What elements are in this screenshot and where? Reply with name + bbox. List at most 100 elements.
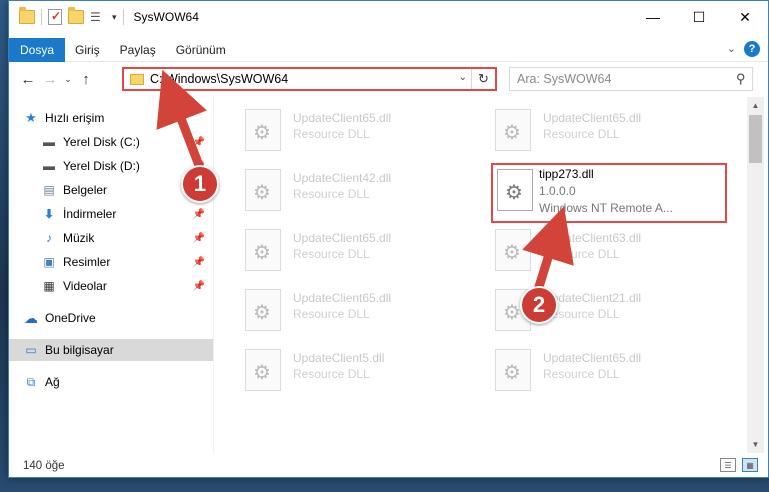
vertical-scrollbar[interactable]: ▲ ▼ bbox=[747, 97, 764, 453]
forward-button[interactable]: → bbox=[39, 71, 61, 88]
window-controls: — ☐ ✕ bbox=[630, 1, 768, 33]
documents-icon: ▤ bbox=[43, 183, 55, 197]
sidebar-item-disk-c[interactable]: ▬ Yerel Disk (C:) 📌 bbox=[9, 131, 213, 153]
address-bar[interactable]: C:\Windows\SysWOW64 ⌄ ↻ bbox=[122, 67, 497, 91]
sidebar-item-videos[interactable]: ▦ Videolar 📌 bbox=[9, 275, 213, 297]
dll-file-icon bbox=[495, 109, 531, 151]
file-item[interactable]: UpdateClient65.dll Resource DLL bbox=[223, 103, 453, 159]
sidebar-item-this-pc[interactable]: ▭ Bu bilgisayar bbox=[9, 339, 213, 361]
music-icon: ♪ bbox=[46, 231, 52, 245]
pin-icon[interactable]: 📌 bbox=[193, 209, 205, 220]
address-path[interactable]: C:\Windows\SysWOW64 bbox=[150, 72, 288, 86]
view-switcher: ☰ ▦ bbox=[720, 458, 758, 472]
drive-icon: ▬ bbox=[43, 135, 55, 149]
search-input[interactable]: Ara: SysWOW64 ⚲ bbox=[509, 67, 753, 91]
dll-file-icon bbox=[245, 229, 281, 271]
tab-file[interactable]: Dosya bbox=[9, 37, 65, 62]
computer-icon: ▭ bbox=[25, 343, 37, 357]
pictures-icon: ▣ bbox=[43, 255, 55, 269]
file-description: Resource DLL bbox=[543, 247, 620, 261]
file-item-highlighted[interactable]: tipp273.dll 1.0.0.0 Windows NT Remote A.… bbox=[491, 163, 727, 223]
sidebar-item-downloads[interactable]: ⬇ İndirmeler 📌 bbox=[9, 203, 213, 225]
window-title: SysWOW64 bbox=[133, 10, 199, 24]
pane-splitter[interactable] bbox=[213, 97, 214, 453]
file-item[interactable]: UpdateClient65.dll Resource DLL bbox=[223, 223, 453, 279]
file-name: UpdateClient65.dll bbox=[293, 231, 392, 245]
details-view-icon[interactable]: ☰ bbox=[720, 458, 736, 472]
sidebar-item-label: Belgeler bbox=[63, 183, 108, 197]
dll-file-icon bbox=[497, 169, 533, 211]
file-description: Resource DLL bbox=[293, 367, 370, 381]
tab-view[interactable]: Görünüm bbox=[166, 38, 236, 62]
tiles-view-icon[interactable]: ▦ bbox=[742, 458, 758, 472]
minimize-button[interactable]: — bbox=[630, 1, 676, 33]
tab-share[interactable]: Paylaş bbox=[110, 38, 166, 62]
folder-icon bbox=[19, 7, 35, 24]
customize-icon[interactable]: ☰ bbox=[90, 10, 106, 24]
file-item[interactable]: UpdateClient21.dll Resource DLL bbox=[473, 283, 703, 339]
file-item[interactable]: UpdateClient5.dll Resource DLL bbox=[223, 343, 453, 399]
sidebar-item-label: Bu bilgisayar bbox=[45, 343, 114, 357]
folder-icon bbox=[130, 73, 144, 85]
file-name: UpdateClient63.dll bbox=[543, 231, 642, 245]
sidebar-item-music[interactable]: ♪ Müzik 📌 bbox=[9, 227, 213, 249]
maximize-button[interactable]: ☐ bbox=[676, 1, 722, 33]
sidebar-item-onedrive[interactable]: ☁ OneDrive bbox=[9, 307, 213, 329]
step-badge-2: 2 bbox=[520, 286, 558, 324]
new-folder-icon[interactable] bbox=[68, 7, 84, 24]
tab-home[interactable]: Giriş bbox=[65, 38, 110, 62]
sidebar-item-label: Yerel Disk (C:) bbox=[63, 135, 140, 149]
file-description: Windows NT Remote A... bbox=[539, 201, 673, 215]
sidebar-item-pictures[interactable]: ▣ Resimler 📌 bbox=[9, 251, 213, 273]
divider bbox=[122, 9, 124, 25]
sidebar-item-label: Müzik bbox=[63, 231, 95, 245]
ribbon-tabs: Dosya Giriş Paylaş Görünüm ⌄ ? bbox=[9, 37, 768, 62]
file-name: UpdateClient65.dll bbox=[543, 351, 642, 365]
sidebar-item-disk-d[interactable]: ▬ Yerel Disk (D:) 📌 bbox=[9, 155, 213, 177]
sidebar-item-label: Yerel Disk (D:) bbox=[63, 159, 140, 173]
file-name: UpdateClient42.dll bbox=[293, 171, 392, 185]
refresh-button[interactable]: ↻ bbox=[471, 69, 495, 89]
dll-file-icon bbox=[495, 349, 531, 391]
pin-icon[interactable]: 📌 bbox=[193, 281, 205, 292]
sidebar-item-network[interactable]: ⧉ Ağ bbox=[9, 371, 213, 393]
help-icon[interactable]: ? bbox=[744, 41, 760, 57]
file-name: UpdateClient5.dll bbox=[293, 351, 385, 365]
dll-file-icon bbox=[245, 169, 281, 211]
status-bar: 140 öğe ☰ ▦ bbox=[9, 455, 768, 477]
file-item[interactable]: UpdateClient65.dll Resource DLL bbox=[473, 103, 703, 159]
star-icon: ★ bbox=[25, 110, 37, 125]
pin-icon[interactable]: 📌 bbox=[193, 233, 205, 244]
sidebar-item-label: Videolar bbox=[63, 279, 107, 293]
pin-icon[interactable]: 📌 bbox=[193, 137, 205, 148]
search-placeholder: Ara: SysWOW64 bbox=[517, 72, 612, 86]
address-dropdown-icon[interactable]: ⌄ bbox=[459, 72, 467, 83]
search-icon[interactable]: ⚲ bbox=[736, 71, 746, 87]
back-button[interactable]: ← bbox=[17, 71, 39, 88]
divider bbox=[41, 9, 42, 25]
up-button[interactable]: ↑ bbox=[75, 71, 97, 88]
step-badge-1: 1 bbox=[181, 165, 219, 203]
qa-dropdown-icon[interactable]: ▾ bbox=[112, 12, 117, 23]
file-name: UpdateClient65.dll bbox=[293, 111, 392, 125]
quick-access-toolbar: ☰ ▾ bbox=[9, 1, 124, 33]
file-item[interactable]: UpdateClient65.dll Resource DLL bbox=[473, 343, 703, 399]
drive-icon: ▬ bbox=[43, 159, 55, 173]
dll-file-icon bbox=[245, 349, 281, 391]
navigation-pane: ★ Hızlı erişim ▬ Yerel Disk (C:) 📌 ▬ Yer… bbox=[9, 101, 213, 453]
file-item[interactable]: UpdateClient63.dll Resource DLL bbox=[473, 223, 703, 279]
close-button[interactable]: ✕ bbox=[722, 1, 768, 33]
navigation-bar: ← → ⌄ ↑ C:\Windows\SysWOW64 ⌄ ↻ Ara: Sys… bbox=[9, 63, 768, 95]
expand-ribbon-icon[interactable]: ⌄ bbox=[727, 42, 736, 55]
download-icon: ⬇ bbox=[43, 207, 55, 221]
videos-icon: ▦ bbox=[43, 279, 55, 293]
sidebar-item-quick-access[interactable]: ★ Hızlı erişim bbox=[9, 107, 213, 129]
scroll-thumb[interactable] bbox=[749, 115, 762, 163]
file-item[interactable]: UpdateClient65.dll Resource DLL bbox=[223, 283, 453, 339]
properties-icon[interactable] bbox=[48, 9, 62, 25]
file-item[interactable]: UpdateClient42.dll Resource DLL bbox=[223, 163, 453, 219]
scroll-down-icon[interactable]: ▼ bbox=[747, 436, 764, 453]
scroll-up-icon[interactable]: ▲ bbox=[747, 97, 764, 114]
recent-locations-icon[interactable]: ⌄ bbox=[61, 74, 75, 85]
pin-icon[interactable]: 📌 bbox=[193, 257, 205, 268]
